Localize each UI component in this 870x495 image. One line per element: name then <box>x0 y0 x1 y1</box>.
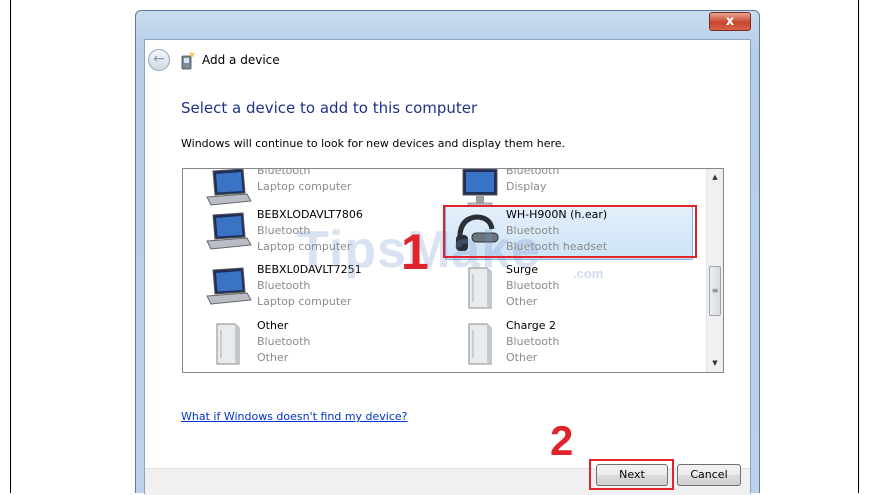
device-item[interactable]: Charge 2 Bluetooth Other <box>455 318 685 372</box>
scrollbar-thumb[interactable]: ≡ <box>709 266 721 316</box>
highlight-selected-device <box>443 205 697 258</box>
vertical-scrollbar[interactable]: ▲ ≡ ▼ <box>706 169 723 372</box>
laptop-icon <box>206 267 252 305</box>
annotation-step-2: 2 <box>550 417 574 464</box>
annotation-step-1: 1 <box>401 224 429 280</box>
generic-device-icon <box>216 323 240 365</box>
laptop-icon <box>206 212 252 250</box>
generic-device-icon <box>468 323 492 365</box>
scroll-down-arrow-icon[interactable]: ▼ <box>707 355 723 372</box>
back-arrow-icon[interactable]: ← <box>148 49 170 71</box>
add-device-window: x ← Add a device Select a device to add … <box>135 10 760 495</box>
add-device-icon <box>181 52 195 70</box>
dialog-content: ← Add a device Select a device to add to… <box>144 39 751 495</box>
image-frame-left <box>10 0 11 493</box>
watermark-suffix: .com <box>573 266 604 281</box>
next-button[interactable]: Next <box>596 464 668 486</box>
page-heading: Select a device to add to this computer <box>181 99 478 117</box>
scroll-up-arrow-icon[interactable]: ▲ <box>707 169 723 186</box>
help-link[interactable]: What if Windows doesn't find my device? <box>181 410 408 423</box>
device-item[interactable]: Other Bluetooth Other <box>203 318 433 372</box>
window-title: Add a device <box>202 53 280 67</box>
instruction-text: Windows will continue to look for new de… <box>181 137 566 150</box>
close-button[interactable]: x <box>709 12 751 31</box>
image-frame-right <box>858 0 859 493</box>
cancel-button[interactable]: Cancel <box>677 464 741 486</box>
